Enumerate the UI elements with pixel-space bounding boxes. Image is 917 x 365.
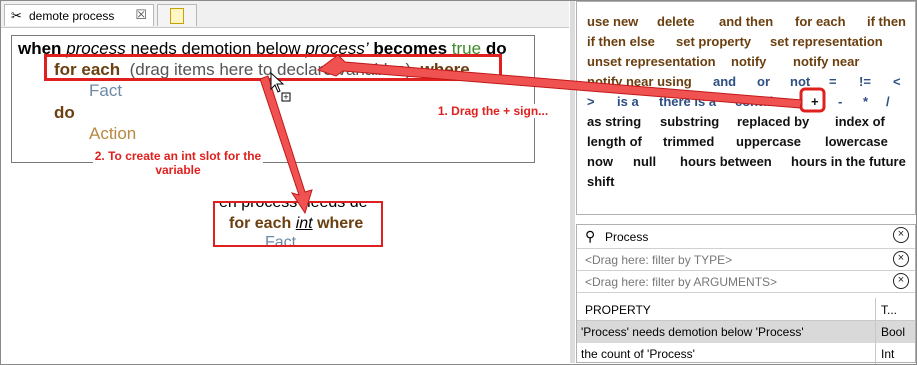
drag-arrow-1: [316, 54, 803, 109]
annotation-overlay: +: [259, 54, 826, 215]
mouse-cursor-icon: [270, 71, 285, 93]
plus-highlight: [799, 87, 826, 113]
svg-text:+: +: [283, 92, 288, 102]
